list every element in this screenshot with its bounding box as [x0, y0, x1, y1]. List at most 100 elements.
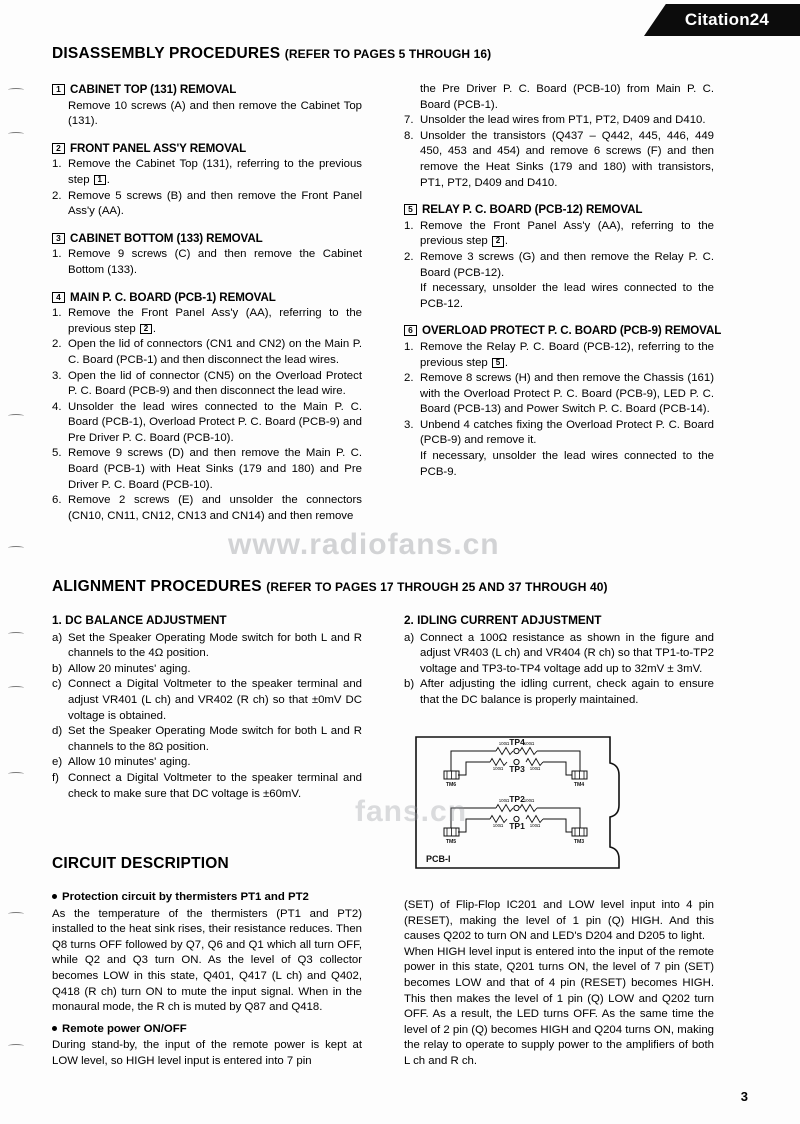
step-marker: 1. [52, 248, 62, 261]
margin-tick [8, 546, 24, 550]
circuit-description-heading: CIRCUIT DESCRIPTION [52, 855, 229, 872]
alignment-title: ALIGNMENT PROCEDURES [52, 578, 262, 595]
dc-balance-title: 1. DC BALANCE ADJUSTMENT [52, 613, 227, 627]
step-marker: 7. [404, 114, 414, 127]
block-title-text: CABINET TOP (131) REMOVAL [70, 83, 237, 96]
alignment-step: b) Allow 20 minutes' aging. [52, 662, 362, 678]
step-marker: f) [52, 771, 59, 784]
step-text-pre: Remove the Cabinet Top (131), referring … [68, 158, 362, 186]
resistor-value: 100Ω [524, 798, 535, 803]
block-title-text: OVERLOAD PROTECT P. C. BOARD (PCB-9) REM… [422, 324, 722, 338]
resistor-value: 100Ω [530, 823, 541, 828]
step-marker: 6. [52, 494, 62, 507]
step-text: Remove the Front Panel Ass'y (AA), refer… [68, 306, 362, 337]
margin-tick [8, 912, 24, 916]
step-ref-box: 5 [491, 357, 504, 368]
description-heading-text: Remote power ON/OFF [62, 1022, 187, 1035]
step-text-post: . [152, 322, 157, 335]
procedure-step: If necessary, unsolder the lead wires co… [404, 281, 714, 312]
step-marker: 2. [52, 189, 62, 202]
resistor-100ohm [489, 757, 508, 767]
procedure-step: 2. Remove 5 screws (B) and then remove t… [52, 189, 362, 220]
disassembly-subtitle: (REFER TO PAGES 5 THROUGH 16) [284, 47, 492, 61]
margin-tick [8, 132, 24, 136]
page-number: 3 [740, 1089, 748, 1104]
resistor-100ohm [519, 746, 538, 756]
step-text: Connect a 100Ω resistance as shown in th… [420, 631, 714, 675]
step-ref-box: 2 [491, 236, 504, 247]
disassembly-left-column: 1 CABINET TOP (131) REMOVAL Remove 10 sc… [52, 82, 362, 535]
idling-current-figure: TM6 TM4 100Ω 100Ω TP4 100Ω 100Ω TP3 TM5 … [414, 735, 629, 870]
resistor-value: 100Ω [493, 766, 504, 771]
step-marker: 2. [404, 250, 414, 263]
procedure-step: 1. Remove the Front Panel Ass'y (AA), re… [52, 306, 362, 337]
model-name: Citation24 [684, 10, 770, 29]
step-text: Open the lid of connectors (CN1 and CN2)… [68, 338, 362, 366]
step-marker: 2. [52, 338, 62, 351]
procedure-step: 7. Unsolder the lead wires from PT1, PT2… [404, 113, 714, 129]
pcb-test-point-diagram: TM6 TM4 100Ω 100Ω TP4 100Ω 100Ω TP3 TM5 … [415, 736, 620, 869]
step-marker: a) [404, 631, 415, 644]
idling-current-title: 2. IDLING CURRENT ADJUSTMENT [404, 613, 602, 627]
resistor-100ohm [525, 814, 544, 824]
procedure-block-continued: the Pre Driver P. C. Board (PCB-10) from… [404, 82, 714, 191]
terminal-label-tm4: TM4 [574, 782, 584, 788]
test-point-label-tp2: TP2 [509, 794, 525, 804]
step-number-box: 6 [404, 325, 417, 337]
alignment-step: e) Allow 10 minutes' aging. [52, 755, 362, 771]
resistor-100ohm [489, 814, 508, 824]
step-marker: 3. [404, 418, 414, 431]
resistor-value: 100Ω [493, 823, 504, 828]
procedure-step: 1. Remove the Front Panel Ass'y (AA), re… [404, 219, 714, 250]
block-title-text: CABINET BOTTOM (133) REMOVAL [70, 231, 263, 245]
alignment-left-column: 1. DC BALANCE ADJUSTMENT a) Set the Spea… [52, 613, 362, 802]
alignment-step: a) Set the Speaker Operating Mode switch… [52, 631, 362, 662]
procedure-step: 8. Unsolder the transistors (Q437 – Q442… [404, 129, 714, 191]
step-text: Remove 10 screws (A) and then remove the… [68, 99, 362, 128]
margin-tick [8, 88, 24, 92]
procedure-step: 6. Remove 2 screws (E) and unsolder the … [52, 493, 362, 524]
procedure-block: 1 CABINET TOP (131) REMOVAL Remove 10 sc… [52, 82, 362, 130]
test-point-label-tp3: TP3 [509, 764, 525, 774]
procedure-block: 2 FRONT PANEL ASS'Y REMOVAL 1. Remove th… [52, 141, 362, 220]
margin-tick [8, 414, 24, 418]
block-title: 6 OVERLOAD PROTECT P. C. BOARD (PCB-9) R… [404, 323, 721, 339]
description-paragraph: As the temperature of the thermisters (P… [52, 907, 362, 1014]
resistor-100ohm [525, 757, 544, 767]
procedure-step: 1. Remove the Cabinet Top (131), referri… [52, 157, 362, 188]
procedure-block: 4 MAIN P. C. BOARD (PCB-1) REMOVAL 1. Re… [52, 290, 362, 525]
terminal-label-tm6: TM6 [446, 782, 456, 788]
step-text: Unsolder the lead wires from PT1, PT2, D… [420, 114, 706, 127]
step-text-post: . [504, 235, 509, 248]
step-text: Unsolder the transistors (Q437 – Q442, 4… [420, 129, 714, 189]
step-marker [404, 82, 420, 113]
step-text: Open the lid of connector (CN5) on the O… [68, 369, 362, 398]
step-text: Unbend 4 catches fixing the Overload Pro… [420, 418, 714, 447]
block-title: 5 RELAY P. C. BOARD (PCB-12) REMOVAL [404, 202, 714, 218]
step-text: If necessary, unsolder the lead wires co… [420, 282, 714, 310]
test-point-label-tp1: TP1 [509, 821, 525, 831]
margin-tick [8, 632, 24, 636]
alignment-step: a) Connect a 100Ω resistance as shown in… [404, 631, 714, 678]
step-marker: 1. [404, 340, 414, 353]
alignment-right-column: 2. IDLING CURRENT ADJUSTMENT a) Connect … [404, 613, 714, 709]
margin-tick [8, 686, 24, 690]
step-marker [404, 449, 420, 480]
step-text: Remove the Cabinet Top (131), referring … [68, 157, 362, 188]
procedure-step: 4. Unsolder the lead wires connected to … [52, 400, 362, 447]
resistor-100ohm [495, 746, 514, 756]
model-header-tab: Citation24 [644, 4, 800, 36]
resistor-value: 100Ω [524, 741, 535, 746]
procedure-step: 3. Unbend 4 catches fixing the Overload … [404, 418, 714, 449]
procedure-step: 3. Open the lid of connector (CN5) on th… [52, 369, 362, 400]
step-marker: 1. [404, 219, 414, 232]
procedure-block: 5 RELAY P. C. BOARD (PCB-12) REMOVAL 1. … [404, 202, 714, 312]
step-text: Remove 9 screws (D) and then remove the … [68, 447, 362, 491]
step-number-box: 5 [404, 204, 417, 216]
procedure-step: Remove 10 screws (A) and then remove the… [52, 99, 362, 130]
procedure-step: 2. Open the lid of connectors (CN1 and C… [52, 337, 362, 368]
step-marker: 4. [52, 400, 62, 413]
step-text: Set the Speaker Operating Mode switch fo… [68, 631, 362, 660]
step-marker: 5. [52, 447, 62, 460]
step-text: the Pre Driver P. C. Board (PCB-10) from… [420, 83, 714, 111]
